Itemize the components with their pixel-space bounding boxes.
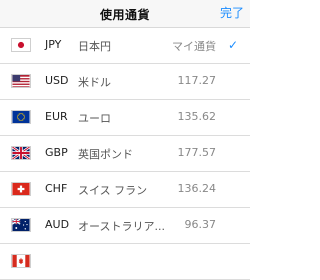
done-button[interactable]: 完了 [220, 4, 244, 21]
au-flag-icon [11, 218, 31, 232]
currency-code: GBP [45, 146, 68, 159]
currency-row-partial[interactable] [0, 244, 250, 280]
currency-name: 英国ポンド [78, 148, 133, 161]
currency-code: USD [45, 74, 69, 87]
checkmark-icon: ✓ [227, 38, 238, 52]
ca-flag-icon [11, 254, 31, 268]
eu-flag-icon [11, 110, 31, 124]
currency-code: AUD [45, 218, 70, 231]
currency-list: JPY 日本円 マイ通貨 ✓ USD 米ドル 117.27 EUR ユーロ 13… [0, 28, 250, 280]
currency-row-gbp[interactable]: GBP 英国ポンド 177.57 [0, 136, 250, 172]
navigation-bar: 使用通貨 完了 [0, 0, 250, 28]
currency-rate: 177.57 [177, 146, 217, 159]
currency-code: EUR [45, 110, 68, 123]
currency-name: ユーロ [78, 112, 111, 125]
currency-row-chf[interactable]: CHF スイス フラン 136.24 [0, 172, 250, 208]
currency-code: JPY [45, 38, 62, 51]
currency-name: オーストラリア... [78, 220, 165, 233]
currency-code: CHF [45, 182, 68, 195]
jp-flag-icon [11, 38, 31, 52]
currency-name: 米ドル [78, 76, 111, 89]
currency-name: 日本円 [78, 40, 111, 53]
currency-row-jpy[interactable]: JPY 日本円 マイ通貨 ✓ [0, 28, 250, 64]
currency-row-eur[interactable]: EUR ユーロ 135.62 [0, 100, 250, 136]
uk-flag-icon [11, 146, 31, 160]
currency-rate: 96.37 [184, 218, 217, 231]
currency-name: スイス フラン [78, 184, 148, 197]
currency-rate: マイ通貨 [172, 40, 216, 53]
currency-rate: 117.27 [177, 74, 217, 87]
ch-flag-icon [11, 182, 31, 196]
currency-rate: 135.62 [177, 110, 217, 123]
currency-rate: 136.24 [177, 182, 217, 195]
page-title: 使用通貨 [99, 8, 150, 22]
currency-row-usd[interactable]: USD 米ドル 117.27 [0, 64, 250, 100]
currency-row-aud[interactable]: AUD オーストラリア... 96.37 [0, 208, 250, 244]
us-flag-icon [11, 74, 31, 88]
